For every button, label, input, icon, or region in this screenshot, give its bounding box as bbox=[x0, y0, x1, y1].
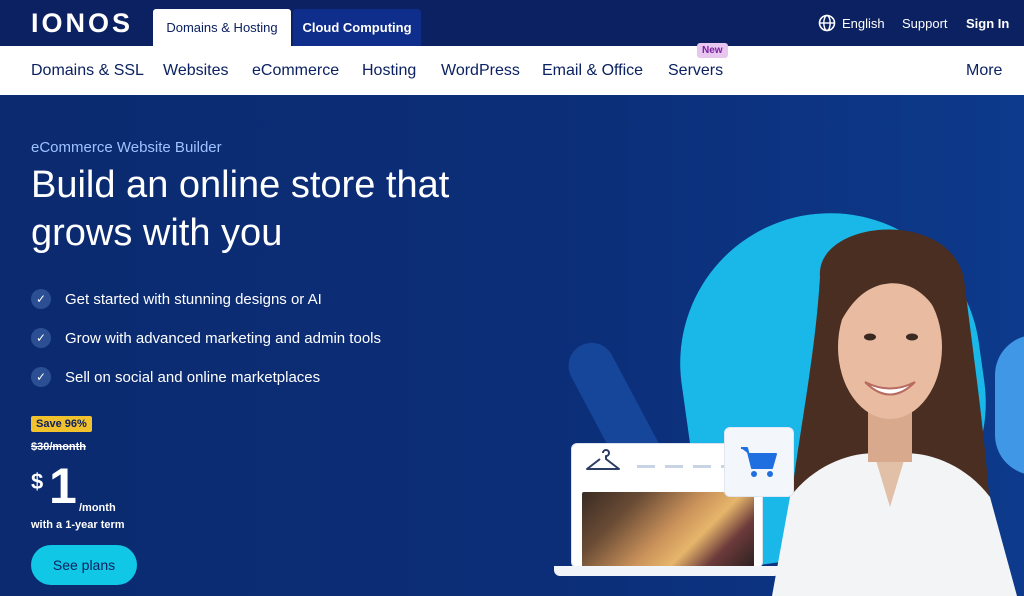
hanger-icon bbox=[586, 449, 620, 470]
hero-section: eCommerce Website Builder Build an onlin… bbox=[0, 95, 1024, 596]
feature-item: ✓ Sell on social and online marketplaces bbox=[31, 367, 320, 387]
nav-item-hosting[interactable]: Hosting bbox=[362, 46, 416, 95]
check-icon: ✓ bbox=[31, 328, 51, 348]
ionos-logo[interactable]: IONOS bbox=[31, 8, 133, 39]
shopping-cart-icon bbox=[741, 447, 777, 477]
support-link[interactable]: Support bbox=[902, 0, 948, 46]
main-nav: Domains & SSL Websites eCommerce Hosting… bbox=[0, 46, 1024, 95]
feature-text: Sell on social and online marketplaces bbox=[65, 368, 321, 386]
old-price: $30/month bbox=[31, 441, 87, 453]
nav-item-wordpress[interactable]: WordPress bbox=[441, 46, 520, 95]
globe-icon bbox=[818, 14, 836, 32]
price-currency: $ bbox=[31, 469, 44, 494]
tab-domains-hosting[interactable]: Domains & Hosting bbox=[153, 9, 291, 46]
save-badge: Save 96% bbox=[31, 416, 92, 432]
laptop-placeholder-lines bbox=[637, 465, 737, 468]
price-period: /month bbox=[79, 502, 116, 514]
nav-item-domains-ssl[interactable]: Domains & SSL bbox=[31, 46, 144, 95]
language-selector[interactable]: English bbox=[818, 0, 885, 46]
feature-text: Get started with stunning designs or AI bbox=[65, 290, 322, 308]
hero-eyebrow: eCommerce Website Builder bbox=[31, 139, 222, 156]
price-value: 1 bbox=[49, 458, 77, 514]
nav-item-more[interactable]: More bbox=[966, 46, 1002, 95]
new-badge: New bbox=[697, 43, 728, 58]
tab-cloud-computing[interactable]: Cloud Computing bbox=[293, 9, 421, 46]
see-plans-button[interactable]: See plans bbox=[31, 545, 137, 585]
price-term: with a 1-year term bbox=[31, 519, 125, 531]
hero-person-image bbox=[772, 229, 1017, 596]
feature-item: ✓ Grow with advanced marketing and admin… bbox=[31, 328, 381, 348]
cart-card bbox=[724, 427, 794, 497]
sign-in-link[interactable]: Sign In bbox=[966, 0, 1009, 46]
clothing-rack-image bbox=[582, 492, 754, 569]
feature-item: ✓ Get started with stunning designs or A… bbox=[31, 289, 322, 309]
hero-headline: Build an online store that grows with yo… bbox=[31, 164, 450, 254]
nav-item-ecommerce[interactable]: eCommerce bbox=[252, 46, 339, 95]
check-icon: ✓ bbox=[31, 367, 51, 387]
nav-item-email-office[interactable]: Email & Office bbox=[542, 46, 643, 95]
feature-text: Grow with advanced marketing and admin t… bbox=[65, 329, 381, 347]
laptop-base bbox=[554, 566, 780, 576]
top-bar: IONOS Domains & Hosting Cloud Computing … bbox=[0, 0, 1024, 46]
check-icon: ✓ bbox=[31, 289, 51, 309]
language-label: English bbox=[842, 15, 885, 31]
nav-item-websites[interactable]: Websites bbox=[163, 46, 229, 95]
